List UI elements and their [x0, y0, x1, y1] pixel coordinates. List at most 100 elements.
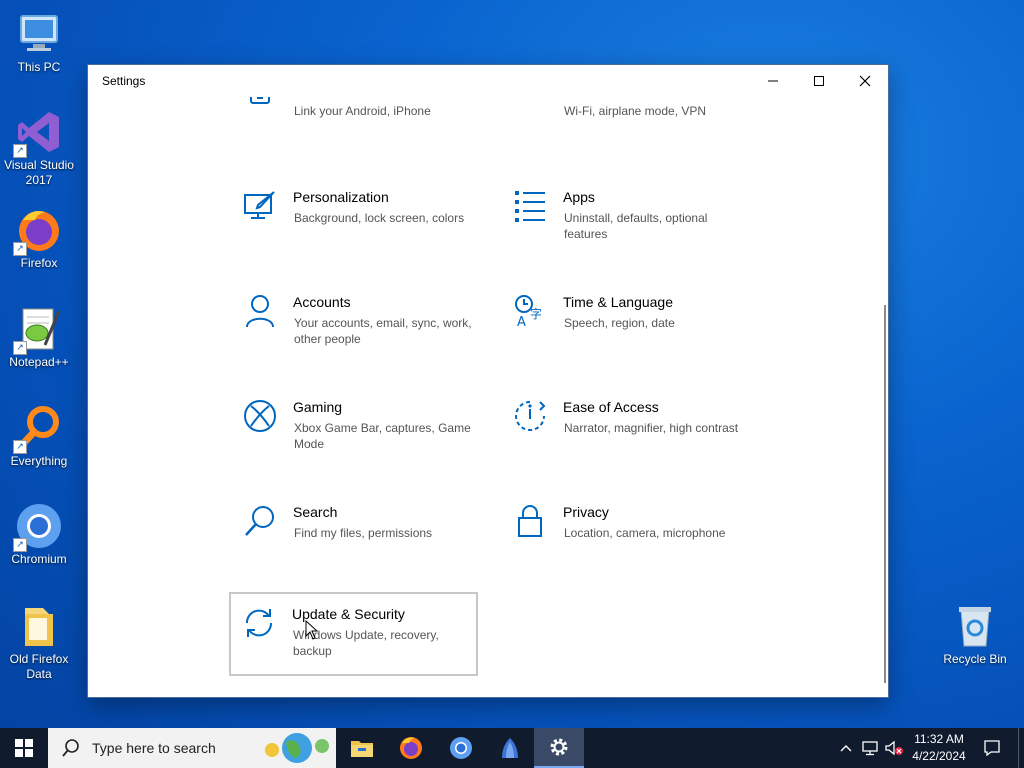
- category-name: Search: [293, 504, 338, 520]
- start-icon: [15, 739, 33, 757]
- tray-volume[interactable]: [882, 728, 906, 768]
- desktop-icon-notepad-plus-plus[interactable]: ↗ Notepad++: [1, 305, 77, 370]
- category-description: Xbox Game Bar, captures, Game Mode: [294, 421, 471, 451]
- category-description: Link your Android, iPhone: [294, 104, 431, 118]
- category-name: Time & Language: [563, 294, 673, 310]
- taskbar-settings[interactable]: [534, 728, 584, 768]
- lock-icon: [518, 505, 542, 537]
- desktop-icon-recycle-bin[interactable]: Recycle Bin: [937, 602, 1013, 667]
- search-highlight-icon: [265, 733, 329, 763]
- desktop-icon-everything[interactable]: ↗ Everything: [1, 404, 77, 469]
- desktop-icon-label: Visual Studio 2017: [4, 158, 74, 187]
- taskbar-chromium[interactable]: [436, 728, 486, 768]
- svg-text:A: A: [517, 315, 526, 328]
- chevron-up-icon: [840, 745, 852, 752]
- start-button[interactable]: [0, 728, 48, 768]
- tray-network[interactable]: [860, 728, 882, 768]
- taskbar-app[interactable]: [486, 728, 534, 768]
- category-gaming[interactable]: Gaming Xbox Game Bar, captures, Game Mod…: [231, 389, 479, 471]
- phone-icon: [250, 97, 270, 104]
- apps-list-icon: [515, 191, 545, 222]
- minimize-icon: [768, 80, 778, 82]
- category-personalization[interactable]: Personalization Background, lock screen,…: [231, 179, 479, 261]
- category-ease-of-access[interactable]: Ease of Access Narrator, magnifier, high…: [501, 389, 749, 471]
- chromium-icon: [450, 737, 472, 759]
- taskbar-clock[interactable]: 11:32 AM 4/22/2024: [906, 731, 972, 765]
- category-description: Your accounts, email, sync, work, other …: [294, 316, 472, 346]
- action-center-button[interactable]: [978, 728, 1006, 768]
- category-name: Accounts: [293, 294, 351, 310]
- taskbar: Type here to search 11:32 AM 4/22/2024: [0, 728, 1024, 768]
- show-desktop-button[interactable]: [1018, 728, 1024, 768]
- desktop-icon-label: Notepad++: [9, 355, 69, 369]
- category-name: Gaming: [293, 399, 343, 415]
- shortcut-arrow-icon: ↗: [13, 538, 27, 552]
- time-language-icon: A字: [515, 295, 542, 328]
- category-time-language[interactable]: A字 Time & Language Speech, region, date: [501, 284, 749, 366]
- vertical-scrollbar[interactable]: [884, 305, 886, 683]
- network-disconnected-icon: [862, 741, 878, 756]
- desktop-icon-this-pc[interactable]: This PC: [1, 10, 77, 75]
- desktop-icon-chromium[interactable]: ↗ Chromium: [1, 502, 77, 567]
- visual-studio-icon: ↗: [13, 108, 63, 158]
- category-description: Uninstall, defaults, optional features: [564, 211, 708, 241]
- category-network[interactable]: Wi-Fi, airplane mode, VPN: [501, 97, 749, 147]
- category-phone[interactable]: Link your Android, iPhone: [231, 97, 479, 147]
- search-icon: [62, 739, 79, 757]
- desktop-icon-label: Recycle Bin: [943, 652, 1007, 666]
- desktop-icon-firefox[interactable]: ↗ Firefox: [1, 206, 77, 271]
- recycle-bin-icon: [951, 602, 999, 650]
- minimize-button[interactable]: [750, 65, 796, 97]
- firefox-icon: ↗: [13, 206, 63, 256]
- settings-gear-icon: [550, 738, 568, 756]
- window-title: Settings: [102, 74, 146, 88]
- category-name: Privacy: [563, 504, 609, 520]
- close-button[interactable]: [842, 65, 888, 97]
- shortcut-arrow-icon: ↗: [13, 242, 27, 256]
- category-description: Windows Update, recovery, backup: [293, 628, 439, 658]
- taskbar-firefox[interactable]: [386, 728, 436, 768]
- close-icon: [859, 75, 871, 87]
- file-explorer-icon: [351, 741, 373, 757]
- settings-content: Link your Android, iPhone Wi-Fi, airplan…: [88, 97, 888, 697]
- personalization-icon: [244, 191, 275, 219]
- desktop-icon-label: Everything: [10, 454, 68, 468]
- taskbar-search-box[interactable]: Type here to search: [48, 728, 336, 768]
- desktop-icon-label: Firefox: [20, 256, 58, 270]
- category-apps[interactable]: Apps Uninstall, defaults, optional featu…: [501, 179, 749, 261]
- title-bar[interactable]: Settings: [88, 65, 888, 97]
- ease-of-access-icon: [515, 401, 546, 431]
- desktop-icon-visual-studio[interactable]: ↗ Visual Studio 2017: [1, 108, 77, 188]
- category-description: Location, camera, microphone: [564, 526, 726, 540]
- this-pc-icon: [15, 10, 63, 58]
- shortcut-arrow-icon: ↗: [13, 341, 27, 355]
- mouse-cursor-icon: [305, 620, 319, 640]
- category-description: Speech, region, date: [564, 316, 675, 330]
- desktop-icon-old-firefox-data[interactable]: Old Firefox Data: [1, 602, 77, 682]
- sync-arrows-icon: [245, 609, 273, 637]
- notepad-plus-plus-icon: ↗: [13, 305, 63, 355]
- shortcut-arrow-icon: ↗: [13, 144, 27, 158]
- category-search[interactable]: Search Find my files, permissions: [231, 494, 479, 576]
- maximize-icon: [814, 76, 824, 86]
- folder-icon: [15, 602, 63, 650]
- desktop-icon-label: Chromium: [11, 552, 67, 566]
- search-icon: [245, 506, 274, 536]
- search-placeholder: Type here to search: [92, 740, 216, 756]
- category-update-security[interactable]: Update & Security Windows Update, recove…: [229, 592, 478, 676]
- taskbar-file-explorer[interactable]: [338, 728, 386, 768]
- category-privacy[interactable]: Privacy Location, camera, microphone: [501, 494, 749, 576]
- category-description: Find my files, permissions: [294, 526, 433, 540]
- category-accounts[interactable]: Accounts Your accounts, email, sync, wor…: [231, 284, 479, 366]
- volume-muted-icon: [885, 740, 903, 756]
- category-description: Background, lock screen, colors: [294, 211, 465, 225]
- category-name: Apps: [563, 189, 595, 205]
- category-name: Personalization: [293, 189, 389, 205]
- shortcut-arrow-icon: ↗: [13, 440, 27, 454]
- notification-icon: [984, 740, 1000, 757]
- tray-overflow-button[interactable]: [836, 728, 856, 768]
- category-description: Narrator, magnifier, high contrast: [564, 421, 739, 435]
- maximize-button[interactable]: [796, 65, 842, 97]
- clock-time: 11:32 AM: [914, 732, 964, 746]
- svg-text:字: 字: [530, 306, 542, 321]
